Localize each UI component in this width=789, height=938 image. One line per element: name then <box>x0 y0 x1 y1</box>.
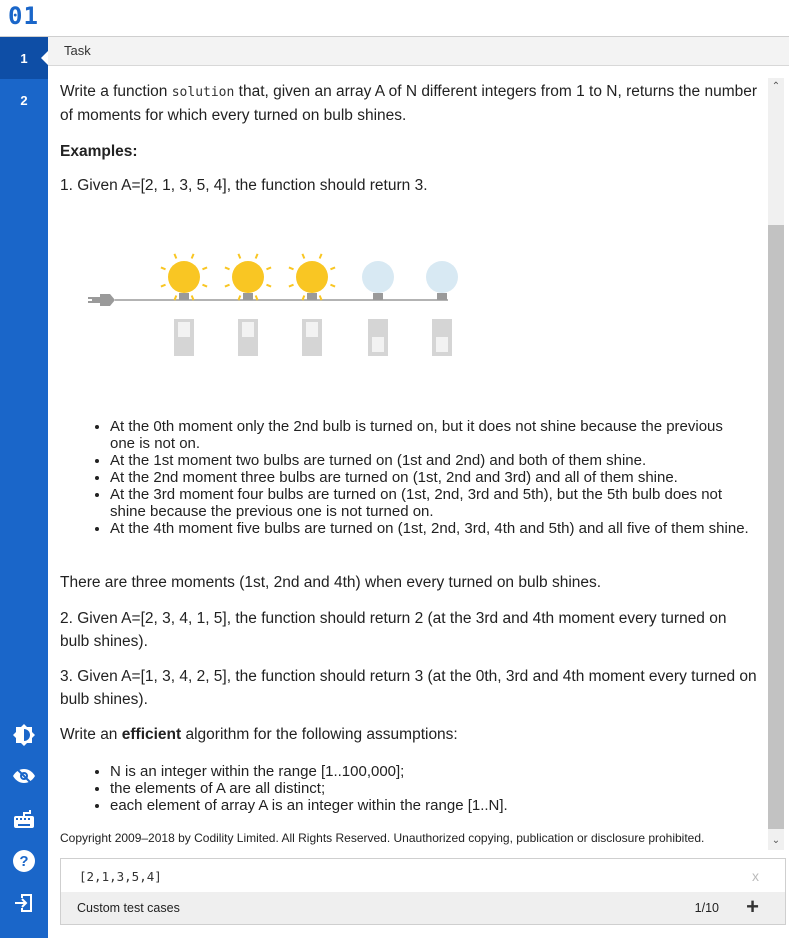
assumptions-list: N is an integer within the range [1..100… <box>88 763 750 814</box>
sidebar-item-2[interactable]: 2 <box>0 79 48 121</box>
assumptions-text-rest: algorithm for the following assumptions: <box>181 726 458 743</box>
bulb-off-icon <box>426 261 458 300</box>
bulb-off-icon <box>362 261 394 300</box>
custom-test-cases-bar: Custom test cases 1/10 + <box>60 892 786 925</box>
moments-list: At the 0th moment only the 2nd bulb is t… <box>88 418 750 537</box>
clear-test-button[interactable]: x <box>752 868 759 884</box>
list-item: At the 2nd moment three bulbs are turned… <box>110 469 750 486</box>
scroll-down-arrow-icon[interactable]: ⌄ <box>768 834 784 848</box>
intro-text: Write a function <box>60 83 172 100</box>
sidebar-item-label: 1 <box>20 50 28 66</box>
list-item: each element of array A is an integer wi… <box>110 797 750 814</box>
list-item: At the 3rd moment four bulbs are turned … <box>110 486 750 520</box>
keyboard-icon[interactable] <box>11 807 37 833</box>
plug-icon <box>88 294 115 306</box>
list-item: the elements of A are all distinct; <box>110 780 750 797</box>
list-item: At the 0th moment only the 2nd bulb is t… <box>110 418 750 452</box>
assumptions-heading: Write an efficient algorithm for the fol… <box>60 723 458 746</box>
example-3: 3. Given A=[1, 3, 4, 2, 5], the function… <box>60 668 757 708</box>
scroll-up-arrow-icon[interactable]: ⌃ <box>768 80 784 94</box>
example-2: 2. Given A=[2, 3, 4, 1, 5], the function… <box>60 610 727 650</box>
assumptions-text: Write an <box>60 726 122 743</box>
test-case-count: 1/10 <box>694 901 719 915</box>
switch-icon <box>238 319 258 356</box>
custom-test-cases-label: Custom test cases <box>77 901 180 915</box>
list-item: At the 4th moment five bulbs are turned … <box>110 520 750 537</box>
eye-icon[interactable] <box>11 763 37 789</box>
examples-heading: Examples: <box>60 143 138 160</box>
logout-icon[interactable] <box>11 890 37 916</box>
switch-icon <box>302 319 322 356</box>
add-test-case-button[interactable]: + <box>746 894 759 920</box>
intro-paragraph: Write a function solution that, given an… <box>60 80 760 127</box>
task-description: Write a function solution that, given an… <box>48 66 768 848</box>
switch-icon <box>174 319 194 356</box>
bulb-on-icon <box>288 253 336 301</box>
sidebar-item-label: 2 <box>20 92 28 108</box>
switch-icon <box>432 319 452 356</box>
sidebar-item-1[interactable]: 1 <box>0 37 49 79</box>
task-tab-bar: Task <box>48 37 789 66</box>
summary-paragraph: There are three moments (1st, 2nd and 4t… <box>60 574 602 591</box>
switch-icon <box>368 319 388 356</box>
example-1: 1. Given A=[2, 1, 3, 5, 4], the function… <box>60 177 428 194</box>
list-item: N is an integer within the range [1..100… <box>110 763 750 780</box>
app-logo: 01 <box>8 2 39 30</box>
bulbs-illustration <box>88 253 458 356</box>
top-bar: 01 <box>0 0 789 37</box>
help-icon[interactable]: ? <box>11 848 37 874</box>
list-item: At the 1st moment two bulbs are turned o… <box>110 452 750 469</box>
tab-task[interactable]: Task <box>64 43 91 58</box>
svg-text:?: ? <box>19 853 28 870</box>
brightness-icon[interactable] <box>11 722 37 748</box>
scroll-thumb[interactable] <box>768 225 784 829</box>
bulb-on-icon <box>160 253 208 301</box>
test-case-input-row[interactable]: [2,1,3,5,4] x <box>60 858 786 894</box>
content-scrollbar[interactable]: ⌃ ⌄ <box>768 78 784 850</box>
test-case-input[interactable]: [2,1,3,5,4] <box>79 869 162 884</box>
efficient-bold: efficient <box>121 726 182 743</box>
sidebar: 1 2 ? <box>0 37 49 938</box>
bulb-on-icon <box>224 253 272 301</box>
copyright-notice: Copyright 2009–2018 by Codility Limited.… <box>60 831 705 845</box>
function-name-code: solution <box>171 85 235 100</box>
